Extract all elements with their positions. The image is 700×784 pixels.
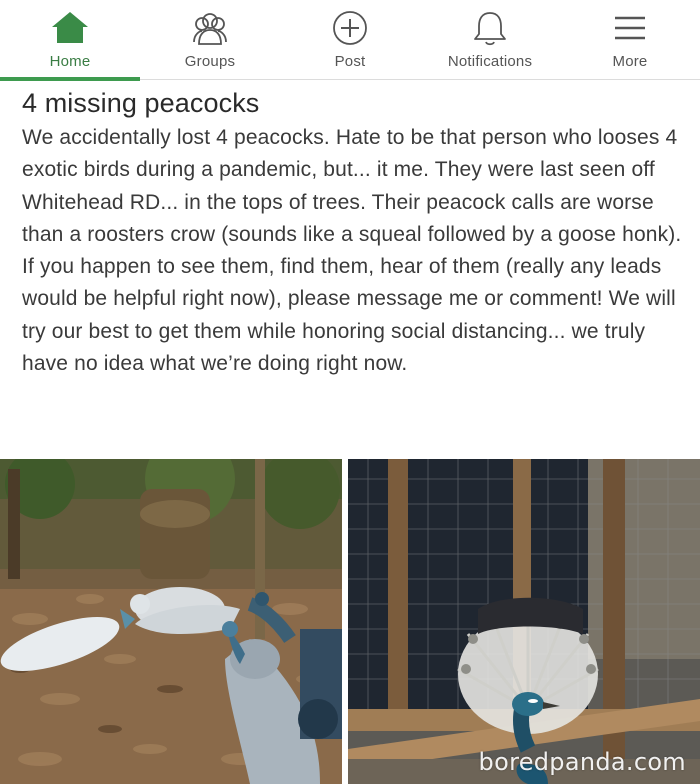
nav-post[interactable]: Post [280,0,420,80]
post-body: We accidentally lost 4 peacocks. Hate to… [22,126,682,376]
post: 4 missing peacocks We accidentally lost … [22,86,682,380]
active-tab-indicator [0,77,140,81]
nav-groups[interactable]: Groups [140,0,280,80]
nav-notifications[interactable]: Notifications [420,0,560,80]
top-nav: Home Groups Post Notifications More [0,0,700,81]
bell-icon [474,12,506,46]
peacock-in-cage-photo[interactable]: boredpanda.com [348,459,700,784]
post-icon [333,11,367,45]
nav-post-label: Post [334,53,366,70]
home-icon [52,12,88,43]
nav-more[interactable]: More [560,0,700,80]
groups-icon [193,13,227,45]
watermark: boredpanda.com [478,748,686,776]
nav-home-label: Home [49,53,91,70]
nav-notifications-label: Notifications [447,53,533,70]
nav-home[interactable]: Home [0,0,140,81]
nav-groups-label: Groups [184,53,236,70]
nav-more-label: More [612,53,648,70]
menu-icon [615,16,645,40]
post-title: 4 missing peacocks [22,88,260,118]
peacocks-on-leaves-photo[interactable] [0,459,342,784]
